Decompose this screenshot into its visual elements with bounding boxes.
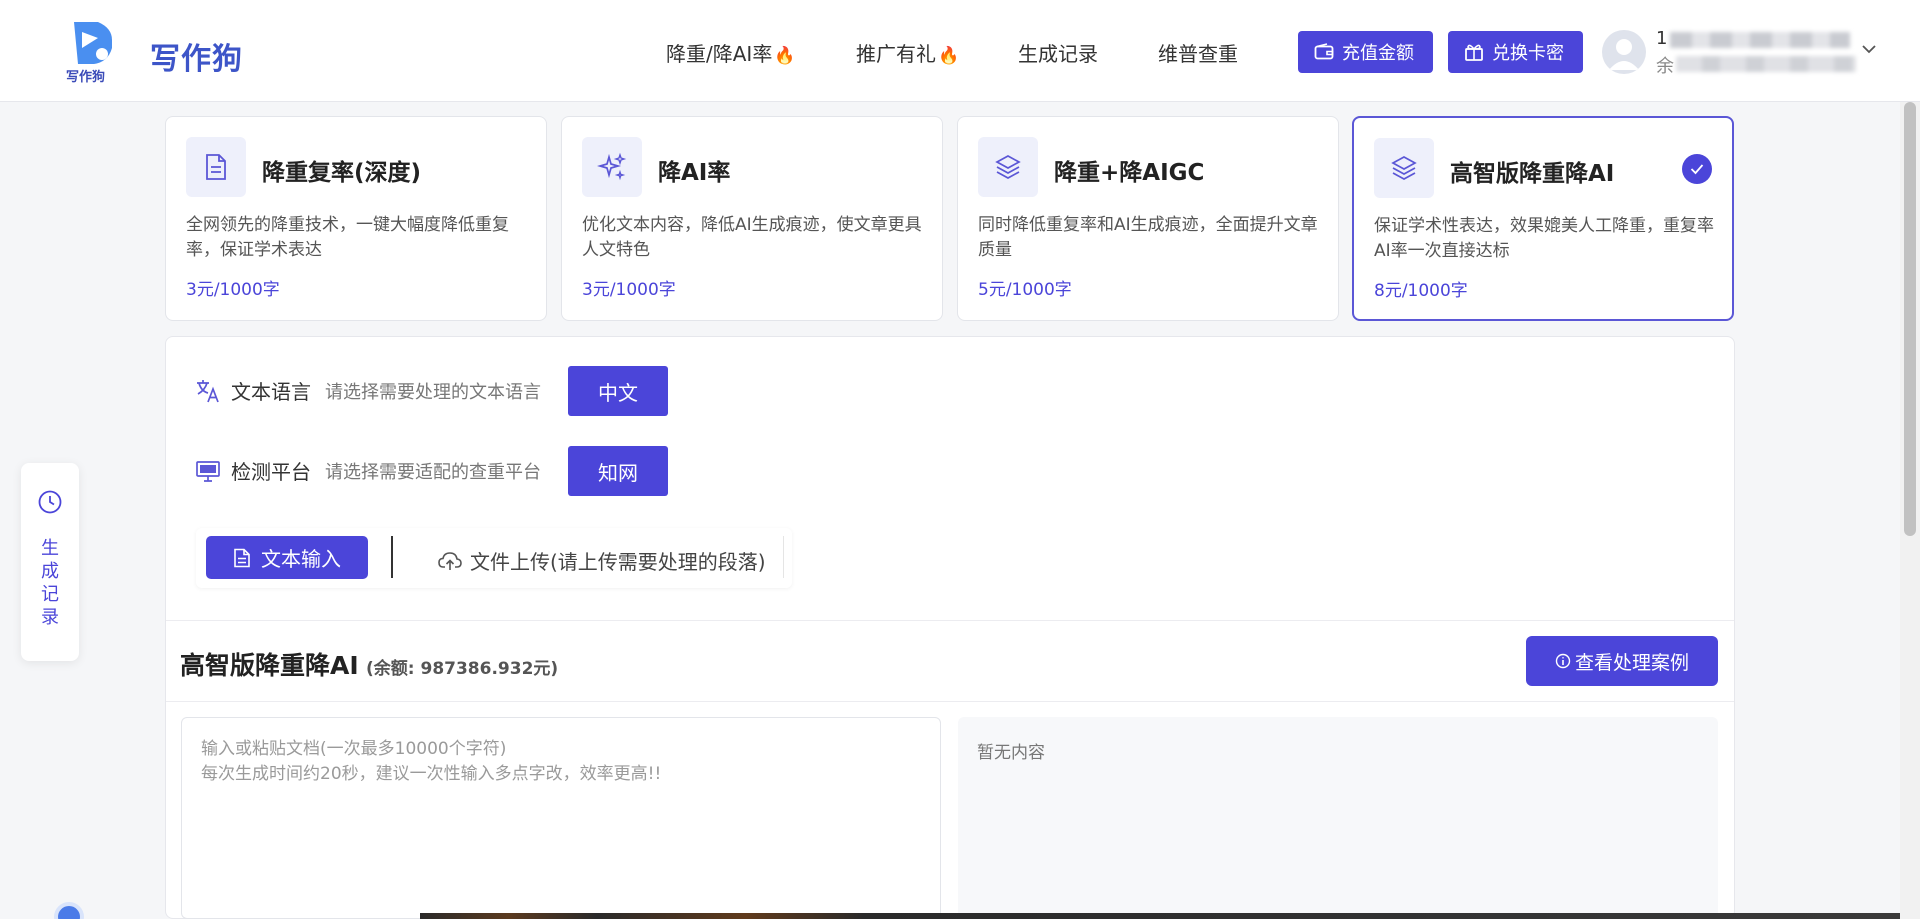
logo-icon[interactable] [68,18,116,68]
platform-cnki-button[interactable]: 知网 [568,446,668,496]
service-price: 8元/1000字 [1374,281,1468,301]
input-placeholder-line2: 每次生成时间约20秒，建议一次性输入多点字改，效率更高!! [201,764,662,784]
input-placeholder-line1: 输入或粘贴文档(一次最多10000个字符) [201,739,507,759]
service-price: 3元/1000字 [582,280,676,300]
service-price: 5元/1000字 [978,280,1072,300]
service-desc: 保证学术性表达，效果媲美人工降重，重复率AI率一次直接达标 [1374,216,1714,261]
service-title: 降重复率(深度) [262,160,422,186]
nav-item-reduce[interactable]: 降重/降AI率 🔥 [666,38,796,67]
logo-subtext: 写作狗 [66,70,106,85]
platform-label: 检测平台 [231,460,311,484]
service-card-deep-reduce[interactable]: 降重复率(深度) 全网领先的降重技术，一键大幅度降低重复率，保证学术表达 3元/… [165,116,547,321]
taskbar-strip [420,913,1900,919]
platform-hint: 请选择需要适配的查重平台 [325,461,541,483]
fire-icon: 🔥 [938,46,960,66]
nav-item-history[interactable]: 生成记录 [1018,38,1098,67]
service-card-reduce-aigc[interactable]: 降重+降AIGC 同时降低重复率和AI生成痕迹，全面提升文章质量 5元/1000… [957,116,1339,321]
redeem-label: 兑换卡密 [1492,43,1564,64]
result-output-area [958,717,1718,919]
redacted-balance [1676,56,1856,72]
nav-item-label: 推广有礼 [856,42,936,66]
sparkle-icon [582,137,642,197]
translate-icon [197,379,219,402]
divider [166,701,1734,702]
top-header: 写作狗 写作狗 降重/降AI率 🔥 推广有礼 🔥 生成记录 维普查重 充值金额 兑换… [0,0,1920,102]
recharge-label: 充值金额 [1342,43,1414,64]
chevron-down-icon[interactable] [1862,42,1876,56]
document-icon [234,548,250,567]
balance-text: (余额: 987386.932元) [366,659,559,679]
recharge-button[interactable]: 充值金额 [1298,31,1433,73]
service-desc: 全网领先的降重技术，一键大幅度降低重复率，保证学术表达 [186,215,509,260]
nav-item-promo[interactable]: 推广有礼 🔥 [856,38,959,67]
language-row: 文本语言 请选择需要处理的文本语言 [195,376,541,405]
language-hint: 请选择需要处理的文本语言 [325,381,541,403]
user-icon [1609,39,1639,70]
nav-item-vip-check[interactable]: 维普查重 [1158,38,1238,67]
empty-result-text: 暂无内容 [977,743,1045,763]
nav-item-label: 降重/降AI率 [666,42,773,66]
document-icon [186,137,246,197]
user-balance: 余 [1656,56,1674,77]
fire-icon: 🔥 [774,46,796,66]
gift-icon [1465,44,1483,61]
layers-icon [1374,138,1434,198]
tab-file-upload[interactable]: 文件上传(请上传需要处理的段落) [438,546,766,575]
tab-text-input[interactable]: 文本输入 [206,536,368,579]
floating-history-label: 生成记录 [41,538,59,628]
wallet-icon [1314,43,1334,60]
service-price: 3元/1000字 [186,280,280,300]
view-cases-button[interactable]: 查看处理案例 [1526,636,1718,686]
user-account: 1 [1656,28,1668,49]
service-card-reduce-ai[interactable]: 降AI率 优化文本内容，降低AI生成痕迹，使文章更具人文特色 3元/1000字 [561,116,943,321]
redeem-button[interactable]: 兑换卡密 [1448,31,1583,73]
check-icon [1682,154,1712,184]
floating-history-button[interactable]: 生成记录 [21,463,79,661]
language-chinese-button[interactable]: 中文 [568,366,668,416]
tab-divider [783,536,784,578]
service-desc: 优化文本内容，降低AI生成痕迹，使文章更具人文特色 [582,215,922,260]
service-desc: 同时降低重复率和AI生成痕迹，全面提升文章质量 [978,215,1318,260]
redacted-account [1670,32,1850,48]
scrollbar-thumb[interactable] [1904,102,1916,536]
layers-icon [978,137,1038,197]
cloud-upload-icon [438,551,462,570]
monitor-icon [196,460,220,482]
avatar[interactable] [1602,30,1646,74]
service-title: 降重+降AIGC [1054,160,1205,186]
language-label: 文本语言 [231,380,311,404]
service-title: 降AI率 [658,160,731,186]
tab-divider [391,536,393,578]
platform-row: 检测平台 请选择需要适配的查重平台 [195,456,541,485]
tab-file-upload-label: 文件上传(请上传需要处理的段落) [470,550,766,574]
divider [166,620,1734,621]
view-cases-label: 查看处理案例 [1574,651,1689,674]
service-title: 高智版降重降AI [1450,161,1615,187]
info-icon [1555,653,1571,669]
service-card-premium[interactable]: 高智版降重降AI 保证学术性表达，效果媲美人工降重，重复率AI率一次直接达标 8… [1352,116,1734,321]
brand-name[interactable]: 写作狗 [150,34,243,78]
tab-text-input-label: 文本输入 [261,547,341,571]
chat-bubble-icon[interactable] [54,902,84,919]
clock-icon [38,490,62,514]
section-title: 高智版降重降AI [180,651,359,680]
